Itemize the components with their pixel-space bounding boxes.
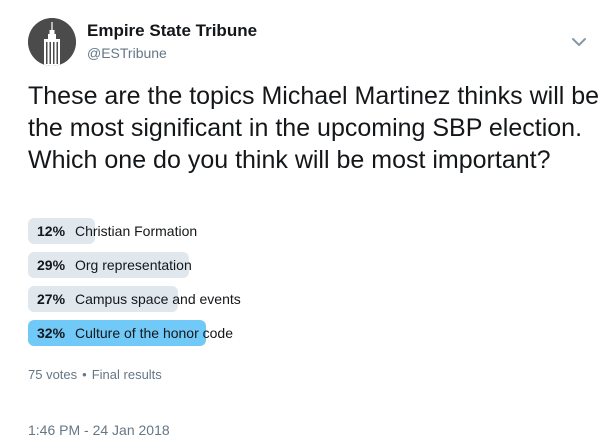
poll-vote-count: 75 votes — [28, 367, 78, 382]
tweet-card: Empire State Tribune @ESTribune These ar… — [0, 0, 615, 447]
author-name[interactable]: Empire State Tribune — [87, 21, 257, 41]
poll-status: Final results — [91, 367, 162, 382]
author-handle[interactable]: @ESTribune — [87, 45, 167, 61]
poll-percent: 12% — [37, 223, 66, 239]
poll-option: 32% Culture of the honor code — [28, 320, 588, 346]
poll: 12% Christian Formation 29% Org represen… — [28, 218, 588, 354]
poll-option-label: Culture of the honor code — [75, 325, 233, 341]
poll-option-label: Christian Formation — [75, 223, 198, 239]
poll-meta-separator: • — [82, 367, 87, 382]
tweet-text: These are the topics Michael Martinez th… — [28, 82, 600, 174]
poll-percent: 27% — [37, 291, 66, 307]
tweet-timestamp[interactable]: 1:46 PM - 24 Jan 2018 — [28, 422, 170, 438]
tweet-menu-button[interactable] — [571, 35, 587, 47]
building-tower-icon — [28, 18, 76, 66]
chevron-down-icon — [572, 38, 586, 46]
poll-option: 29% Org representation — [28, 252, 588, 278]
poll-option: 12% Christian Formation — [28, 218, 588, 244]
poll-meta: 75 votes • Final results — [28, 367, 162, 382]
poll-percent: 29% — [37, 257, 66, 273]
poll-option-label: Org representation — [75, 257, 192, 273]
poll-option: 27% Campus space and events — [28, 286, 588, 312]
poll-percent: 32% — [37, 325, 66, 341]
author-avatar[interactable] — [28, 18, 76, 66]
poll-option-label: Campus space and events — [75, 291, 241, 307]
